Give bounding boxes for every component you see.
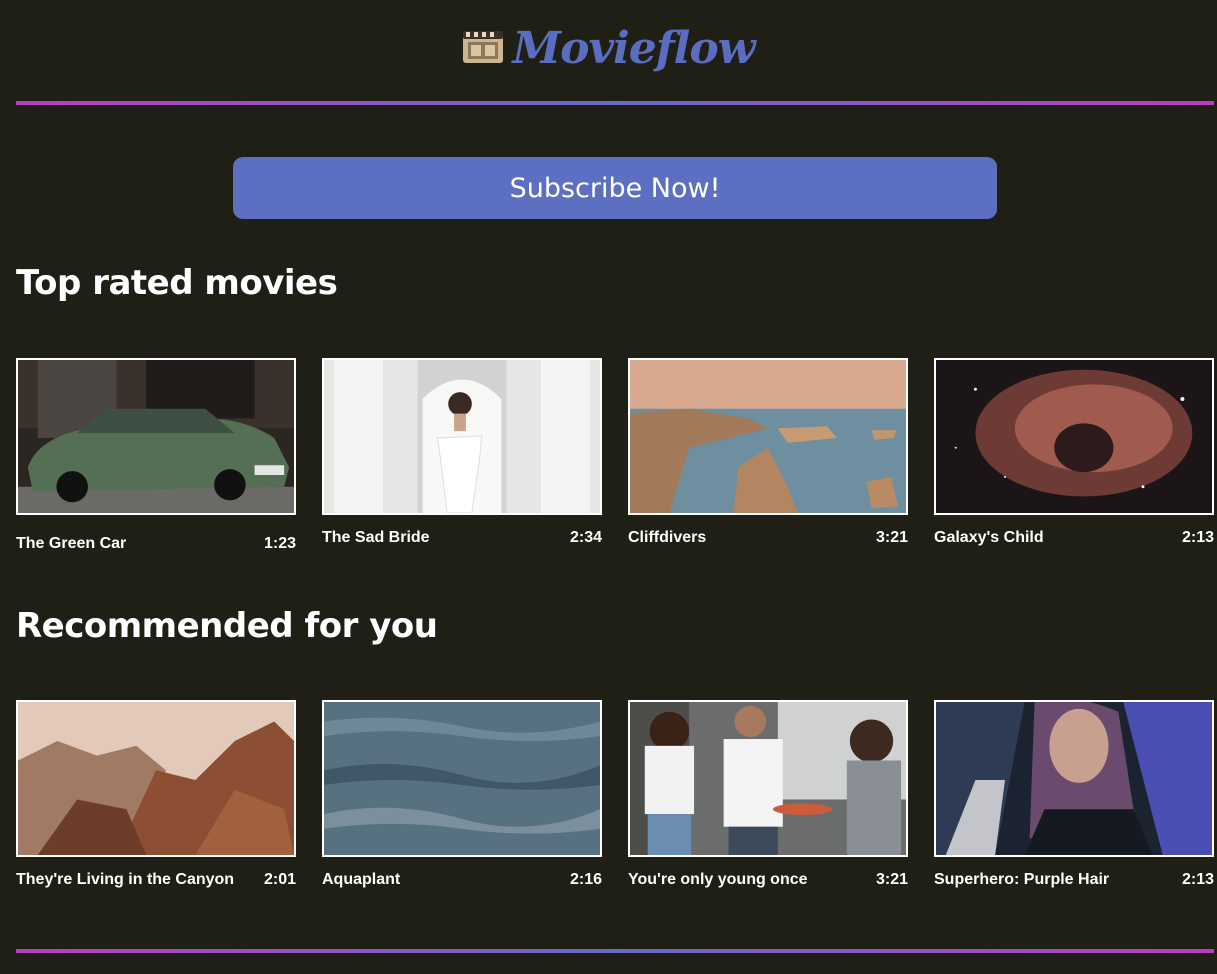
- movie-title[interactable]: Aquaplant: [322, 871, 400, 889]
- movie-card[interactable]: Cliffdivers 3:21: [628, 358, 908, 547]
- movie-title[interactable]: They're Living in the Canyon: [16, 871, 234, 889]
- movie-card[interactable]: The Sad Bride 2:34: [322, 358, 602, 547]
- brand-logo[interactable]: Movieflow: [462, 22, 756, 74]
- movie-duration: 1:23: [263, 535, 296, 552]
- movie-card[interactable]: Aquaplant 2:16: [322, 700, 602, 889]
- movie-thumbnail[interactable]: [934, 700, 1214, 857]
- movie-card[interactable]: You're only young once 3:21: [628, 700, 908, 889]
- subscribe-button[interactable]: Subscribe Now!: [233, 157, 997, 219]
- movie-duration: 2:13: [1181, 529, 1214, 546]
- movie-duration: 3:21: [875, 529, 908, 546]
- movie-thumbnail[interactable]: [934, 358, 1214, 515]
- site-header: Movieflow: [0, 0, 1217, 104]
- movie-duration: 2:13: [1181, 871, 1214, 888]
- movie-thumbnail[interactable]: [16, 700, 296, 857]
- section-title-top-rated: Top rated movies: [16, 263, 338, 303]
- movie-title[interactable]: You're only young once: [628, 871, 808, 889]
- movie-title[interactable]: Superhero: Purple Hair: [934, 871, 1109, 889]
- movie-card[interactable]: Superhero: Purple Hair 2:13: [934, 700, 1214, 889]
- movie-title[interactable]: Galaxy's Child: [934, 529, 1044, 547]
- movie-thumbnail[interactable]: [628, 358, 908, 515]
- movie-duration: 2:01: [263, 871, 296, 888]
- movie-thumbnail[interactable]: [628, 700, 908, 857]
- movie-thumbnail[interactable]: [322, 700, 602, 857]
- movie-card[interactable]: The Green Car 1:23: [16, 358, 296, 553]
- brand-name: Movieflow: [512, 22, 755, 74]
- movie-duration: 3:21: [875, 871, 908, 888]
- movie-title[interactable]: Cliffdivers: [628, 529, 706, 547]
- movie-thumbnail[interactable]: [16, 358, 296, 515]
- movie-card[interactable]: They're Living in the Canyon 2:01: [16, 700, 296, 889]
- section-title-recommended: Recommended for you: [16, 606, 438, 646]
- footer-divider: [16, 949, 1214, 953]
- header-divider: [16, 101, 1214, 105]
- movie-thumbnail[interactable]: [322, 358, 602, 515]
- movie-duration: 2:34: [569, 529, 602, 546]
- movie-title[interactable]: The Sad Bride: [322, 529, 430, 547]
- film-reel-icon: [462, 27, 512, 69]
- movie-duration: 2:16: [569, 871, 602, 888]
- movie-card[interactable]: Galaxy's Child 2:13: [934, 358, 1214, 547]
- movie-title[interactable]: The Green Car: [16, 535, 126, 553]
